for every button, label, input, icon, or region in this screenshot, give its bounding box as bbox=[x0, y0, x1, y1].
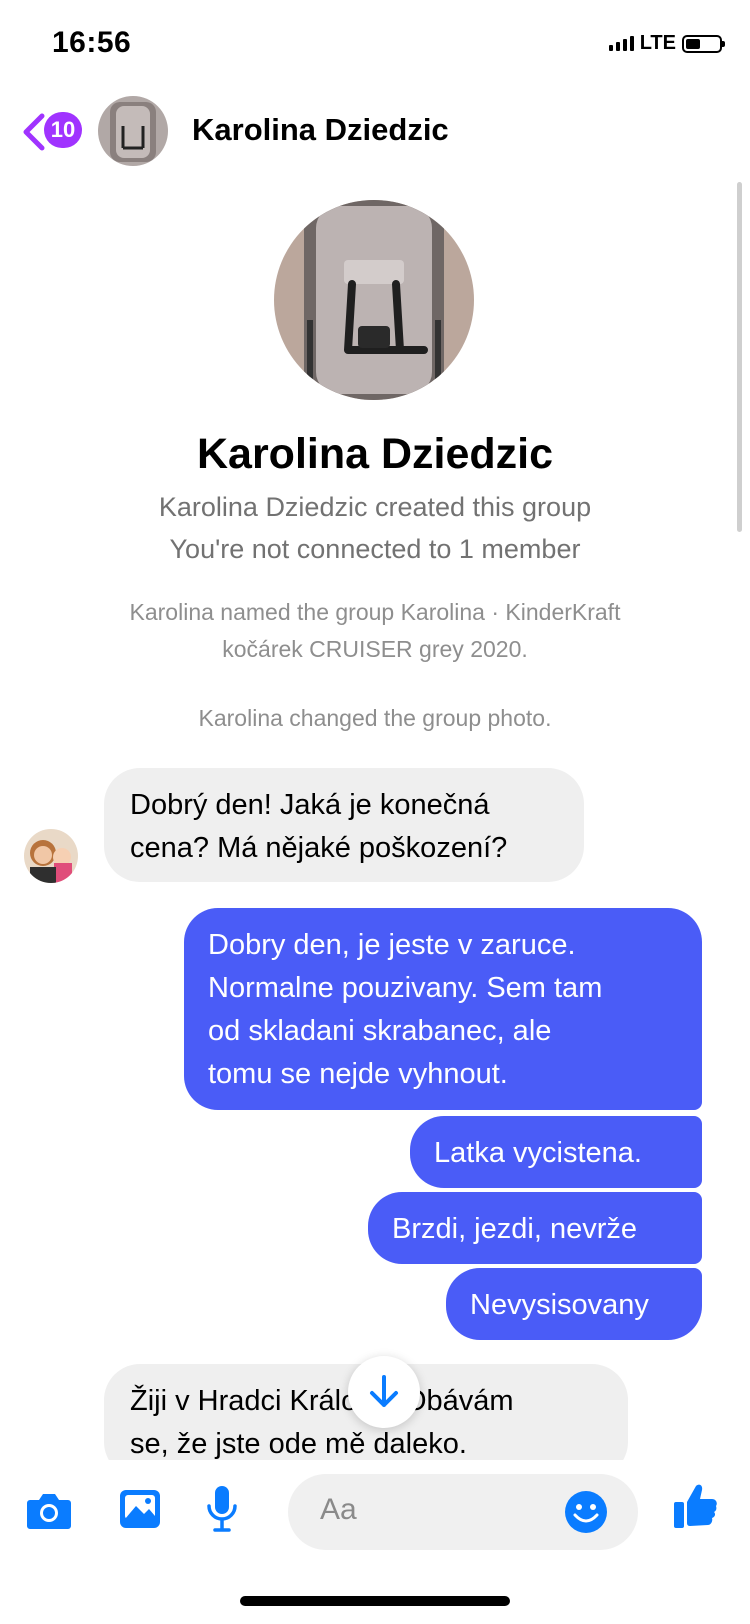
camera-icon[interactable] bbox=[26, 1490, 72, 1530]
message-input[interactable] bbox=[318, 1492, 552, 1528]
message-bubble-outgoing[interactable]: Dobry den, je jeste v zaruce. Normalne p… bbox=[184, 908, 702, 1110]
message-line: cena? Má nějaké poškození? bbox=[130, 832, 508, 864]
message-bubble-outgoing[interactable]: Latka vycistena. bbox=[410, 1116, 702, 1188]
home-indicator[interactable] bbox=[240, 1596, 510, 1606]
system-line: kočárek CRUISER grey 2020. bbox=[222, 636, 528, 662]
message-line: Dobrý den! Jaká je konečná bbox=[130, 789, 490, 821]
scroll-to-bottom-button[interactable] bbox=[348, 1356, 420, 1428]
battery-icon bbox=[682, 34, 725, 53]
photo-changed-notice: Karolina changed the group photo. bbox=[198, 705, 552, 731]
thumbs-up-icon[interactable] bbox=[672, 1482, 718, 1530]
message-line: Normalne pouzivany. Sem tam bbox=[208, 972, 603, 1004]
unread-count-badge[interactable]: 10 bbox=[44, 112, 82, 148]
message-line: od skladani skrabanec, ale bbox=[208, 1015, 552, 1047]
network-label: LTE bbox=[639, 32, 676, 54]
group-avatar[interactable] bbox=[98, 96, 168, 166]
sender-avatar[interactable] bbox=[24, 829, 78, 883]
message-bubble-outgoing[interactable]: Brzdi, jezdi, nevrže bbox=[368, 1192, 702, 1264]
group-created-text: Karolina Dziedzic created this group bbox=[158, 492, 592, 522]
message-line: Latka vycistena. bbox=[434, 1137, 642, 1169]
profile-name: Karolina Dziedzic bbox=[196, 430, 554, 478]
group-renamed-notice: Karolina named the group Karolina · Kind… bbox=[60, 594, 690, 668]
arrow-down-icon bbox=[370, 1375, 398, 1407]
profile-photo[interactable] bbox=[274, 200, 474, 400]
message-input-container[interactable] bbox=[288, 1474, 638, 1550]
stroller-photo bbox=[98, 96, 168, 166]
message-line: Dobry den, je jeste v zaruce. bbox=[208, 929, 576, 961]
system-line: Karolina named the group Karolina · Kind… bbox=[129, 599, 621, 625]
message-line: tomu se nejde vyhnout. bbox=[208, 1058, 508, 1090]
scrollbar[interactable] bbox=[737, 182, 742, 532]
status-time: 16:56 bbox=[52, 26, 132, 59]
microphone-icon[interactable] bbox=[206, 1484, 238, 1534]
stroller-photo bbox=[274, 200, 474, 400]
message-bubble-incoming[interactable]: Dobrý den! Jaká je konečná cena? Má něja… bbox=[104, 768, 584, 882]
emoji-icon[interactable] bbox=[564, 1490, 608, 1534]
chat-title[interactable]: Karolina Dziedzic bbox=[192, 112, 449, 148]
message-bubble-outgoing[interactable]: Nevysisovany bbox=[446, 1268, 702, 1340]
status-indicators: LTE bbox=[608, 32, 725, 55]
message-line: Brzdi, jezdi, nevrže bbox=[392, 1213, 637, 1245]
connection-info-text: You're not connected to 1 member bbox=[169, 534, 581, 564]
signal-icon bbox=[608, 36, 634, 51]
message-line: Nevysisovany bbox=[470, 1289, 649, 1321]
sender-photo bbox=[24, 829, 78, 883]
image-icon[interactable] bbox=[118, 1488, 162, 1530]
